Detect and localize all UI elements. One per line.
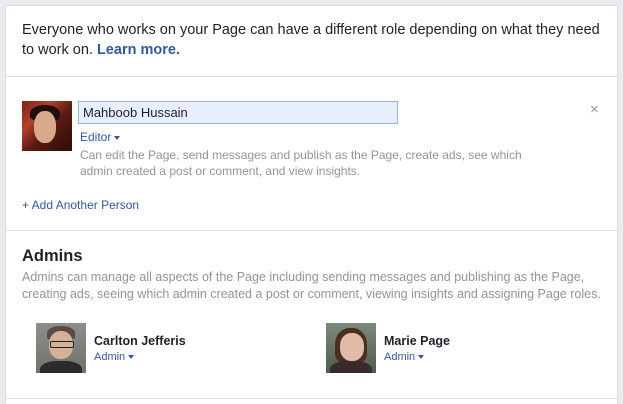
admin-role-dropdown[interactable]: Admin bbox=[384, 351, 425, 363]
divider bbox=[6, 230, 617, 231]
caret-down-icon bbox=[418, 355, 425, 360]
caret-down-icon bbox=[128, 355, 135, 360]
new-person-avatar bbox=[22, 101, 72, 151]
admin-name[interactable]: Carlton Jefferis bbox=[94, 334, 186, 348]
person-name-input[interactable] bbox=[78, 101, 398, 124]
add-another-person-link[interactable]: + Add Another Person bbox=[22, 198, 139, 212]
role-description: Can edit the Page, send messages and pub… bbox=[80, 148, 522, 178]
divider bbox=[6, 398, 617, 399]
admin-avatar[interactable] bbox=[36, 323, 86, 373]
admins-section-title: Admins bbox=[22, 247, 83, 265]
glasses-icon bbox=[50, 341, 74, 348]
page-roles-panel: Everyone who works on your Page can have… bbox=[5, 5, 618, 404]
avatar-body bbox=[40, 361, 82, 373]
avatar-face bbox=[34, 111, 56, 143]
avatar-body bbox=[330, 361, 372, 373]
divider bbox=[6, 76, 617, 77]
avatar-face bbox=[340, 333, 364, 361]
caret-down-icon bbox=[114, 135, 121, 140]
admin-role-label: Admin bbox=[384, 351, 416, 363]
intro-text: Everyone who works on your Page can have… bbox=[22, 20, 602, 60]
admin-role-dropdown[interactable]: Admin bbox=[94, 351, 135, 363]
role-dropdown[interactable]: Editor bbox=[80, 130, 121, 144]
admins-section-description: Admins can manage all aspects of the Pag… bbox=[22, 270, 601, 301]
admin-avatar[interactable] bbox=[326, 323, 376, 373]
learn-more-link[interactable]: Learn more. bbox=[97, 42, 180, 58]
admin-role-label: Admin bbox=[94, 351, 126, 363]
admin-name[interactable]: Marie Page bbox=[384, 334, 450, 348]
remove-person-icon[interactable]: × bbox=[590, 102, 599, 118]
role-dropdown-label: Editor bbox=[80, 130, 112, 144]
